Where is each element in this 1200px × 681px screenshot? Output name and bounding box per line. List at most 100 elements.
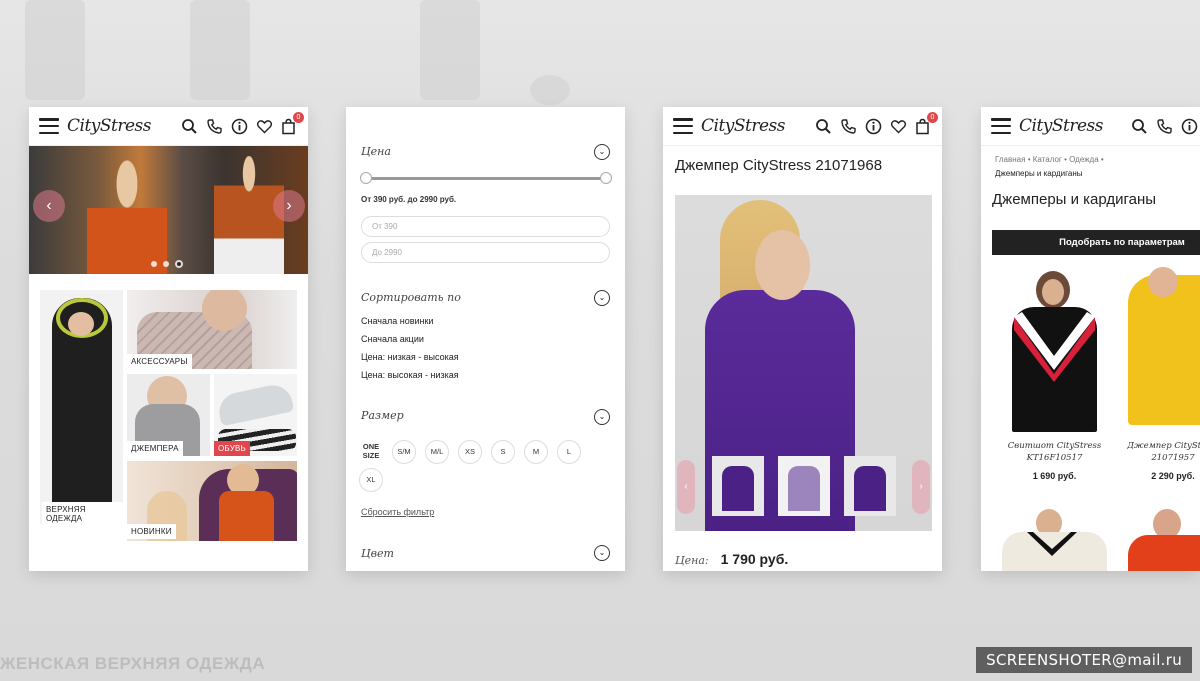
info-icon[interactable] xyxy=(231,118,248,135)
filter-button[interactable]: Подобрать по параметрам xyxy=(992,230,1200,255)
phone-icon[interactable] xyxy=(206,118,223,135)
sort-option[interactable]: Цена: высокая - низкая xyxy=(361,370,459,380)
breadcrumb-separator: • xyxy=(1064,155,1067,164)
category-label: НОВИНКИ xyxy=(127,524,176,539)
search-icon[interactable] xyxy=(181,118,198,135)
category-tile-jumpers[interactable]: ДЖЕМПЕРА xyxy=(127,374,210,456)
size-option[interactable]: ONE SIZE xyxy=(359,440,383,464)
product-card-price: 2 290 руб. xyxy=(1151,471,1195,481)
price-from-input[interactable]: От 390 xyxy=(361,216,610,237)
price-section-title: Цена xyxy=(361,145,391,158)
header: CityStress xyxy=(981,107,1200,146)
menu-icon[interactable] xyxy=(39,118,59,134)
chevron-down-icon[interactable]: ⌄ xyxy=(594,290,610,306)
price-label: Цена: xyxy=(675,554,709,567)
home-screen: CityStress 0 ‹ › ВЕРХНЯЯ ОДЕЖДА АКСЕССУА… xyxy=(29,107,308,571)
background-object-image xyxy=(530,75,570,105)
sort-option[interactable]: Сначала новинки xyxy=(361,316,433,326)
category-label: АКСЕССУАРЫ xyxy=(127,354,192,369)
category-tile-accessories[interactable]: АКСЕССУАРЫ xyxy=(127,290,297,369)
price-to-input[interactable]: До 2990 xyxy=(361,242,610,263)
size-option[interactable]: S/M xyxy=(392,440,416,464)
cart-icon[interactable]: 0 xyxy=(915,112,938,135)
chevron-down-icon[interactable]: ⌄ xyxy=(594,144,610,160)
menu-icon[interactable] xyxy=(673,118,693,134)
size-option[interactable]: M/L xyxy=(425,440,449,464)
search-icon[interactable] xyxy=(1131,118,1148,135)
breadcrumb: Главная • Каталог • Одежда • Джемперы и … xyxy=(995,153,1195,181)
heart-icon[interactable] xyxy=(890,118,907,135)
chevron-down-icon[interactable]: ⌄ xyxy=(594,545,610,561)
slide-model-image xyxy=(214,156,284,274)
heart-icon[interactable] xyxy=(256,118,273,135)
category-label: ОБУВЬ xyxy=(214,441,250,456)
product-thumbnails: ‹ › xyxy=(675,443,932,531)
product-card-image[interactable] xyxy=(1123,267,1200,432)
slider-prev-button[interactable]: ‹ xyxy=(33,190,65,222)
info-icon[interactable] xyxy=(865,118,882,135)
product-card-image[interactable] xyxy=(1123,507,1200,571)
category-tile-new[interactable]: НОВИНКИ xyxy=(127,461,297,541)
info-icon[interactable] xyxy=(1181,118,1198,135)
product-thumbnail[interactable] xyxy=(712,456,764,516)
price-row: Цена: 1 790 руб. xyxy=(675,551,788,567)
size-option[interactable]: XS xyxy=(458,440,482,464)
size-option[interactable]: XL xyxy=(359,468,383,492)
product-thumbnail[interactable] xyxy=(778,456,830,516)
product-card-price: 1 690 руб. xyxy=(1032,471,1077,481)
slider-dot[interactable] xyxy=(151,261,157,267)
color-section-title: Цвет xyxy=(361,547,394,560)
slider-dots xyxy=(151,260,183,268)
range-min-handle[interactable] xyxy=(360,172,372,184)
background-model-image xyxy=(420,0,480,100)
product-card-name[interactable]: Джемпер CityStress 21071957 xyxy=(1123,440,1200,464)
cart-icon[interactable]: 0 xyxy=(281,112,304,135)
size-option[interactable]: M xyxy=(524,440,548,464)
breadcrumb-item[interactable]: Одежда xyxy=(1069,155,1099,164)
category-tile-outerwear[interactable]: ВЕРХНЯЯ ОДЕЖДА xyxy=(40,290,123,524)
category-tile-shoes[interactable]: ОБУВЬ xyxy=(214,374,297,456)
size-option[interactable]: L xyxy=(557,440,581,464)
breadcrumb-item[interactable]: Главная xyxy=(995,155,1025,164)
sort-section-title: Сортировать по xyxy=(361,291,461,304)
menu-icon[interactable] xyxy=(991,118,1011,134)
background-model-image xyxy=(190,0,250,100)
product-card-image[interactable] xyxy=(992,267,1117,432)
catalog-screen: CityStress Главная • Каталог • Одежда • … xyxy=(981,107,1200,571)
slide-model-image xyxy=(87,154,167,274)
product-thumbnail[interactable] xyxy=(844,456,896,516)
header: CityStress 0 xyxy=(29,107,308,146)
page-title: Джемперы и кардиганы xyxy=(992,191,1157,208)
slider-next-button[interactable]: › xyxy=(273,190,305,222)
slider-dot[interactable] xyxy=(163,261,169,267)
sort-option[interactable]: Цена: низкая - высокая xyxy=(361,352,459,362)
breadcrumb-item[interactable]: Каталог xyxy=(1033,155,1062,164)
size-option[interactable]: S xyxy=(491,440,515,464)
hero-slider[interactable]: ‹ › xyxy=(29,146,308,274)
product-title: Джемпер CityStress 21071968 xyxy=(675,157,883,174)
background-model-image xyxy=(25,0,85,100)
logo[interactable]: CityStress xyxy=(701,116,786,136)
logo[interactable]: CityStress xyxy=(67,116,152,136)
header-icons xyxy=(1131,118,1198,135)
phone-icon[interactable] xyxy=(1156,118,1173,135)
thumbnail-prev-button[interactable]: ‹ xyxy=(677,460,695,514)
background-caption: ЖЕНСКАЯ ВЕРХНЯЯ ОДЕЖДА xyxy=(0,654,266,673)
header-icons: 0 xyxy=(815,112,938,135)
range-max-handle[interactable] xyxy=(600,172,612,184)
product-card-image[interactable] xyxy=(992,507,1117,571)
slider-dot[interactable] xyxy=(175,260,183,268)
sort-option[interactable]: Сначала акции xyxy=(361,334,424,344)
category-label: ВЕРХНЯЯ ОДЕЖДА xyxy=(42,502,123,524)
thumbnail-next-button[interactable]: › xyxy=(912,460,930,514)
search-icon[interactable] xyxy=(815,118,832,135)
price-range-slider[interactable] xyxy=(360,172,612,184)
reset-filter-link[interactable]: Сбросить фильтр xyxy=(361,507,434,517)
product-card-name[interactable]: Свитшот CityStress KT16F10517 xyxy=(992,440,1117,464)
chevron-down-icon[interactable]: ⌄ xyxy=(594,409,610,425)
logo[interactable]: CityStress xyxy=(1019,116,1104,136)
category-label: ДЖЕМПЕРА xyxy=(127,441,183,456)
price-range-text: От 390 руб. до 2990 руб. xyxy=(361,195,457,204)
product-screen: CityStress 0 Джемпер CityStress 21071968… xyxy=(663,107,942,571)
phone-icon[interactable] xyxy=(840,118,857,135)
